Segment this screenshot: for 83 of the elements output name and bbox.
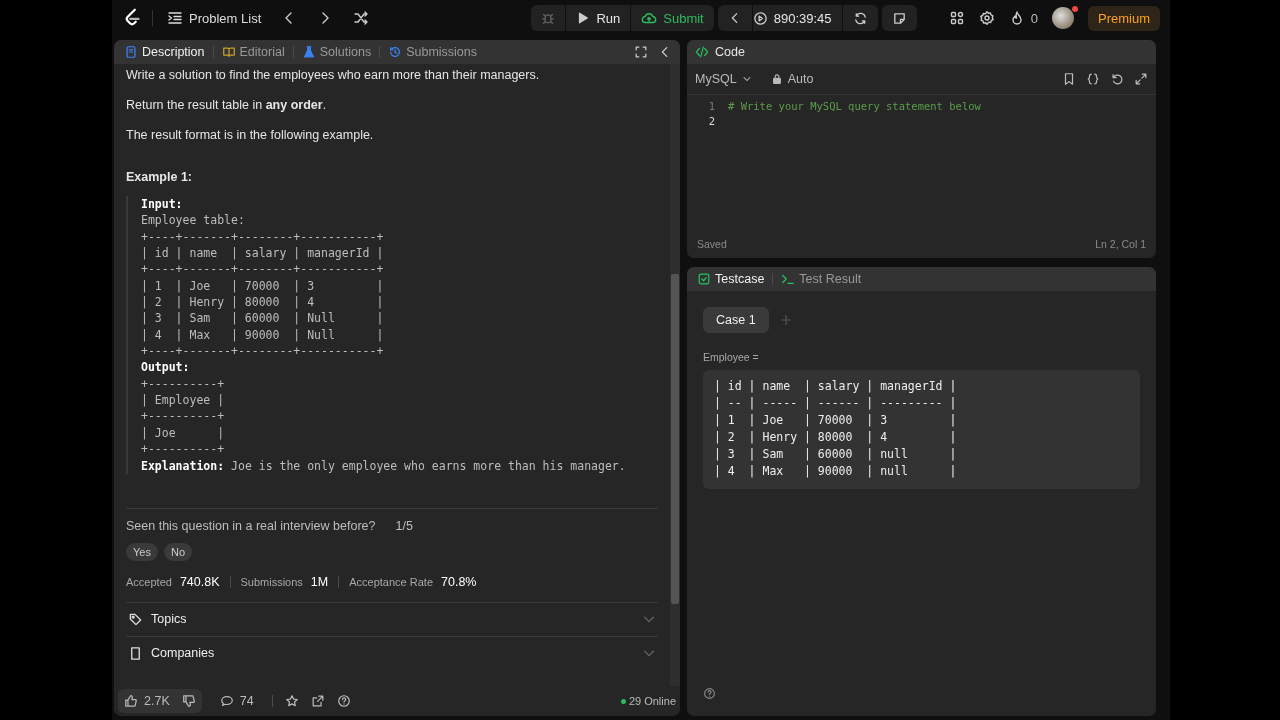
plus-icon — [778, 313, 793, 327]
tab[interactable]: Editorial — [219, 45, 287, 59]
premium-button[interactable]: Premium — [1087, 5, 1160, 31]
cloud-upload-icon — [641, 10, 658, 26]
run-button[interactable]: Run — [565, 5, 631, 31]
example-title: Example 1: — [126, 170, 193, 184]
expand-icon — [1134, 72, 1148, 86]
tab[interactable]: Solutions — [299, 45, 374, 59]
section-header[interactable]: Topics — [126, 601, 658, 636]
comments-button[interactable]: 74 — [213, 694, 260, 708]
answer-button[interactable]: No — [163, 542, 192, 561]
stat-label: Accepted — [126, 575, 172, 588]
streak-count: 0 — [1030, 10, 1038, 26]
document-icon — [124, 45, 138, 59]
section-header[interactable]: Companies — [126, 635, 658, 670]
tag-icon — [128, 611, 143, 627]
cursor-position: Ln 2, Col 1 — [1095, 238, 1146, 250]
answer-button[interactable]: Yes — [126, 542, 158, 561]
history-icon — [388, 45, 403, 59]
description-paragraph: The result format is in the following example. — [126, 128, 375, 142]
braces-icon — [1086, 72, 1100, 86]
line-number: 1 — [707, 99, 715, 114]
submit-button[interactable]: Submit — [630, 5, 714, 31]
note-icon — [891, 10, 907, 26]
interview-question: Seen this question in a real interview before? — [126, 518, 376, 533]
panel-title: Code — [715, 45, 745, 59]
input-label: Employee = — [703, 351, 760, 363]
explanation-label: Explanation: — [141, 458, 225, 473]
input-table: | id | name | salary | managerId | | -- | ----- | ------ | --------- | | 1 | Joe | 70000 | 3 | | 2 | Henry | 80000 | 4 | | 3 | Sam | 60000 | null | | 4 | Max | 90000 | null | — [703, 370, 1140, 489]
play-circle-icon — [752, 10, 768, 26]
help-icon — [336, 694, 351, 708]
undo-icon — [1110, 72, 1124, 86]
output-table: +----------+ | Employee | +----------+ | Joe | +----------+ — [141, 375, 658, 458]
mode-label: Auto — [787, 72, 814, 86]
bug-icon — [541, 11, 556, 25]
thumbs-up-icon — [124, 694, 138, 708]
online-count: 29 Online — [628, 695, 676, 707]
stat-value: 1M — [310, 574, 329, 589]
code-comment: # Write your MySQL query statement below — [728, 99, 981, 114]
online-dot — [620, 698, 626, 704]
stat-value: 740.8K — [179, 574, 220, 589]
flask-icon — [301, 45, 316, 59]
terminal-icon — [781, 272, 796, 286]
line-number: 2 — [707, 114, 715, 129]
star-icon — [284, 694, 299, 708]
tab[interactable]: Test Result — [779, 272, 864, 286]
book-icon — [221, 45, 236, 59]
bookmark-icon — [1062, 72, 1076, 86]
stat-value: 70.8% — [441, 574, 477, 589]
fullscreen-icon — [634, 45, 648, 59]
building-icon — [128, 645, 143, 661]
shuffle-icon — [353, 10, 370, 26]
refresh-icon — [852, 10, 868, 26]
tab[interactable]: Description — [122, 45, 207, 59]
input-label: Input: — [141, 196, 184, 213]
avatar[interactable] — [1051, 7, 1074, 29]
tab[interactable]: Testcase — [695, 272, 767, 286]
description-paragraph: Return the result table in any order. — [126, 98, 328, 112]
thumbs-down-icon — [181, 694, 196, 708]
save-status: Saved — [697, 238, 727, 250]
comment-icon — [219, 694, 234, 708]
settings-icon — [978, 10, 995, 26]
code-icon — [695, 45, 709, 59]
stat-label: Submissions — [240, 575, 303, 588]
play-icon — [576, 11, 591, 25]
input-caption: Employee table: — [141, 212, 246, 229]
explanation-text: Joe is the only employee who earns more than his manager. — [231, 458, 626, 473]
layout-grid-icon — [948, 10, 965, 26]
language-select[interactable]: MySQL — [695, 72, 753, 86]
scrollbar[interactable] — [670, 64, 680, 686]
input-table: +----+-------+--------+-----------+ | id | name | salary | managerId | +----+-------+--------+-----------+ | 1 | Joe | 70000 | 3 | | 2 | Henry | 80000 | 4 | | 3 | Sam | 60000 | Null | | 4 | Max | 90000 | Null | +----+-------+--------+-----------+ — [141, 228, 658, 360]
share-icon — [310, 694, 325, 708]
output-label: Output: — [141, 359, 191, 376]
tab[interactable]: Submissions — [386, 45, 479, 59]
interview-count: 1/5 — [395, 518, 413, 533]
stat-label: Acceptance Rate — [349, 575, 433, 588]
lock-icon — [770, 73, 783, 85]
description-paragraph: Write a solution to find the employees who earn more than their managers. — [126, 68, 541, 82]
case-tab[interactable]: Case 1 — [703, 307, 769, 333]
problem-list-button[interactable]: Problem List — [161, 6, 268, 30]
list-icon — [167, 10, 183, 26]
checkbox-icon — [697, 272, 711, 286]
help-icon — [703, 687, 716, 700]
